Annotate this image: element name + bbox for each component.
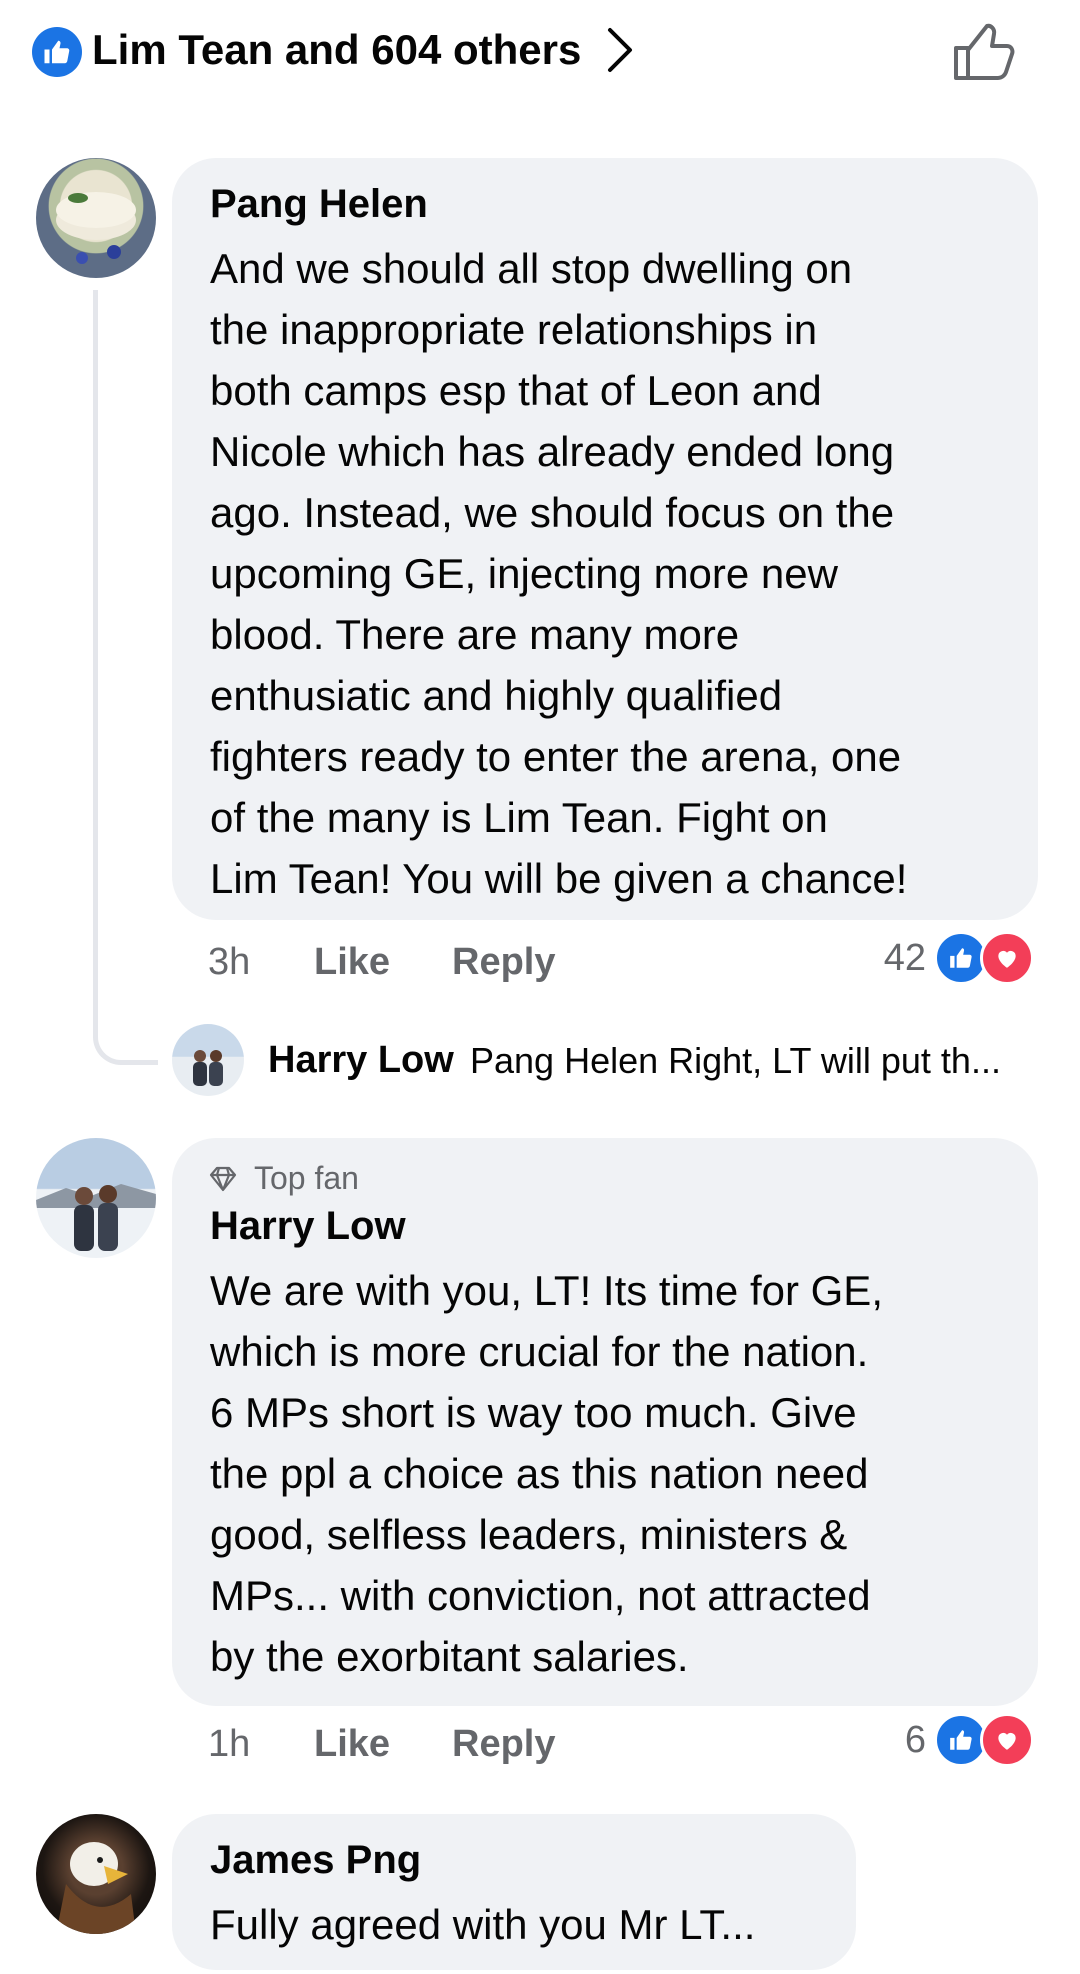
comment-bubble[interactable]: Pang Helen And we should all stop dwelli… <box>172 158 1038 920</box>
like-outline-icon[interactable] <box>950 20 1018 84</box>
reaction-count[interactable]: 6 <box>820 1716 926 1764</box>
comment-bubble[interactable]: James Png Fully agreed with you Mr LT... <box>172 1814 856 1970</box>
reply-button[interactable]: Reply <box>452 1720 555 1768</box>
reactors-summary-link[interactable]: Lim Tean and 604 others <box>92 24 581 76</box>
comment-text: Fully agreed with you Mr LT... <box>210 1901 756 1948</box>
chevron-right-icon[interactable] <box>602 24 638 76</box>
diamond-icon <box>208 1166 238 1192</box>
thread-connector <box>93 290 158 1065</box>
comment-text: We are with you, LT! Its time for GE, wh… <box>210 1267 883 1680</box>
reply-button[interactable]: Reply <box>452 938 555 986</box>
avatar-harry-low[interactable] <box>36 1138 156 1258</box>
comment-timestamp[interactable]: 1h <box>208 1720 250 1768</box>
avatar-pang-helen[interactable] <box>36 158 156 278</box>
comment-author[interactable]: Pang Helen <box>210 180 428 228</box>
love-reaction-icon <box>980 931 1034 985</box>
reply-preview-text[interactable]: Pang Helen Right, LT will put th... <box>470 1037 1001 1085</box>
comment-text: And we should all stop dwelling on the i… <box>210 245 908 902</box>
comment-author[interactable]: James Png <box>210 1836 421 1884</box>
reply-author[interactable]: Harry Low <box>268 1036 454 1084</box>
love-reaction-icon <box>980 1713 1034 1767</box>
like-button[interactable]: Like <box>314 938 390 986</box>
avatar-james-png[interactable] <box>36 1814 156 1934</box>
comment-timestamp[interactable]: 3h <box>208 938 250 986</box>
like-reaction-icon <box>32 27 82 77</box>
comment-author[interactable]: Harry Low <box>210 1202 406 1250</box>
avatar-harry-low-small[interactable] <box>172 1024 244 1096</box>
comment-bubble[interactable]: Top fan Harry Low We are with you, LT! I… <box>172 1138 1038 1706</box>
like-button[interactable]: Like <box>314 1720 390 1768</box>
top-fan-badge: Top fan <box>254 1160 359 1196</box>
reaction-count[interactable]: 42 <box>820 934 926 982</box>
